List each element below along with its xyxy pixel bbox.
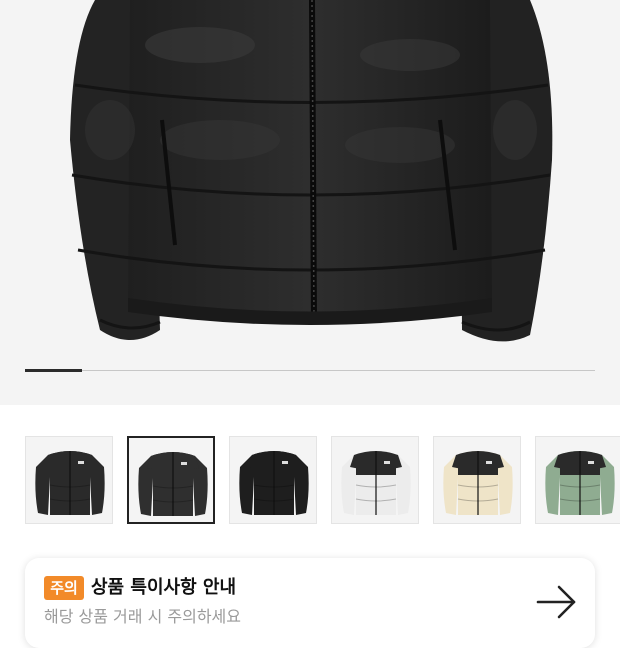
thumbnail-1[interactable] [25,436,113,524]
gallery-progress-bar [25,369,595,372]
thumbnail-image [138,452,208,516]
warning-badge: 주의 [44,576,84,600]
product-image-gallery[interactable] [0,0,620,405]
thumbnail-4[interactable] [331,436,419,524]
notice-card[interactable]: 주의 상품 특이사항 안내 해당 상품 거래 시 주의하세요 [25,558,595,648]
notice-title: 상품 특이사항 안내 [91,577,237,598]
thumbnail-image [443,451,513,515]
thumbnail-image [35,451,105,515]
thumbnail-6[interactable] [535,436,620,524]
thumbnail-image [341,451,411,515]
product-main-image [70,0,553,342]
thumbnail-strip[interactable] [0,436,620,526]
thumbnail-5[interactable] [433,436,521,524]
gallery-progress-fill [25,369,82,372]
notice-subtitle: 해당 상품 거래 시 주의하세요 [44,607,241,626]
arrow-right-icon[interactable] [535,582,579,622]
thumbnail-2[interactable] [127,436,215,524]
thumbnail-image [545,451,615,515]
thumbnail-image [239,451,309,515]
thumbnail-3[interactable] [229,436,317,524]
